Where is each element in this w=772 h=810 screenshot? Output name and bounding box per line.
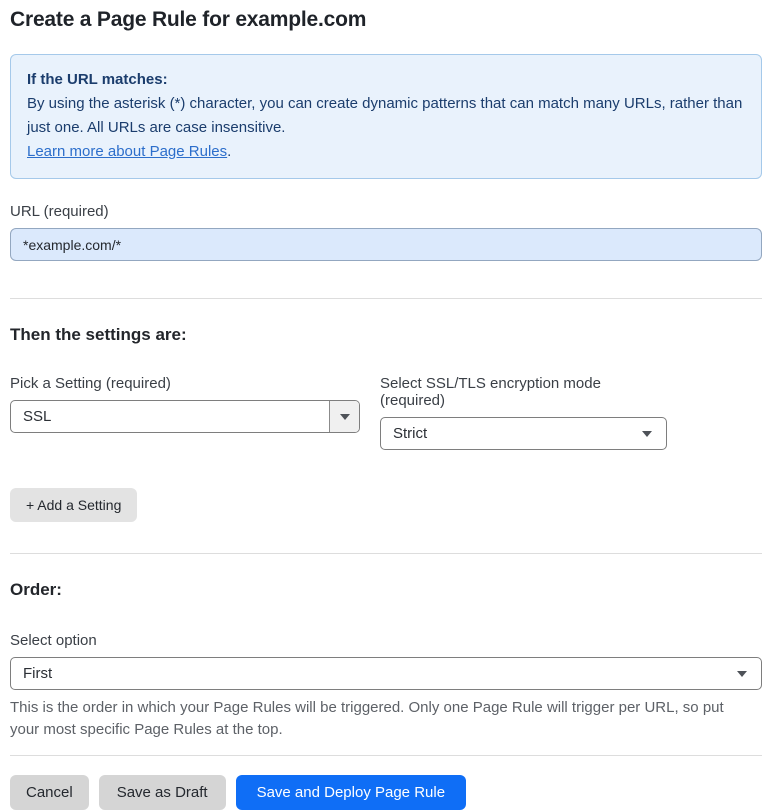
footer-actions: Cancel Save as Draft Save and Deploy Pag…: [10, 775, 762, 810]
info-box-link-line: Learn more about Page Rules.: [27, 140, 745, 164]
pick-setting-column: Pick a Setting (required) SSL: [10, 375, 360, 450]
section-divider: [10, 298, 762, 299]
url-field-label: URL (required): [10, 203, 109, 220]
pick-setting-label: Pick a Setting (required): [10, 375, 171, 392]
url-match-info-box: If the URL matches: By using the asteris…: [10, 54, 762, 179]
order-help-text: This is the order in which your Page Rul…: [10, 699, 724, 738]
caret-down-icon: [642, 430, 652, 437]
caret-down-icon: [737, 670, 747, 677]
section-divider: [10, 553, 762, 554]
order-section-heading: Order:: [10, 580, 62, 599]
settings-row: Pick a Setting (required) SSL Select SSL…: [10, 375, 762, 450]
save-as-draft-button[interactable]: Save as Draft: [98, 775, 226, 810]
ssl-mode-selected-value: Strict: [393, 425, 428, 442]
ssl-mode-label: Select SSL/TLS encryption mode (required…: [380, 375, 601, 409]
order-selected-value: First: [23, 665, 53, 682]
ssl-mode-column: Select SSL/TLS encryption mode (required…: [380, 375, 667, 450]
info-box-heading: If the URL matches:: [27, 71, 168, 88]
create-page-rule-form: Create a Page Rule for example.com If th…: [0, 0, 772, 810]
order-select-label: Select option: [10, 632, 97, 649]
pick-setting-select[interactable]: SSL: [10, 400, 360, 433]
url-input[interactable]: [10, 228, 762, 261]
settings-section-heading: Then the settings are:: [10, 325, 187, 344]
section-divider: [10, 755, 762, 756]
caret-down-icon: [339, 413, 350, 420]
pick-setting-caret-segment[interactable]: [329, 401, 359, 432]
save-and-deploy-button[interactable]: Save and Deploy Page Rule: [235, 775, 467, 810]
page-title: Create a Page Rule for example.com: [10, 8, 367, 31]
cancel-button[interactable]: Cancel: [10, 775, 89, 810]
add-setting-button[interactable]: + Add a Setting: [10, 488, 138, 522]
pick-setting-selected-value: SSL: [23, 408, 52, 425]
learn-more-link[interactable]: Learn more about Page Rules: [27, 143, 227, 160]
info-box-body: By using the asterisk (*) character, you…: [27, 95, 743, 136]
link-suffix: .: [227, 143, 232, 160]
order-select[interactable]: First: [10, 657, 762, 690]
ssl-mode-select[interactable]: Strict: [380, 417, 667, 450]
